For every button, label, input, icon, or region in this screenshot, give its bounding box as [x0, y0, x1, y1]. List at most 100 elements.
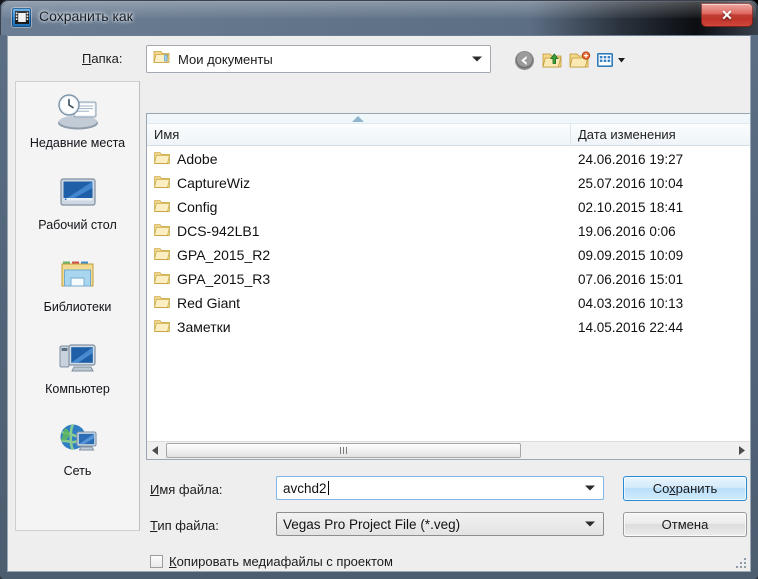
file-name-cell: Adobe — [147, 151, 571, 168]
folder-icon — [154, 271, 170, 288]
column-header-name[interactable]: Имя — [147, 124, 571, 145]
table-row[interactable]: Заметки 14.05.2016 22:44 — [147, 315, 750, 339]
sidebar-item-network[interactable]: Сеть — [16, 410, 139, 492]
folder-icon — [154, 295, 170, 312]
file-name-cell: CaptureWiz — [147, 175, 571, 192]
network-icon — [55, 418, 101, 462]
filename-accel: И — [150, 482, 160, 497]
scroll-left-button[interactable] — [147, 442, 164, 459]
filename-combobox[interactable]: avchd2 — [276, 476, 604, 500]
filetype-combobox[interactable]: Vegas Pro Project File (*.veg) — [276, 512, 604, 536]
save-button-label: Сохранить — [652, 481, 718, 496]
filename-label-rest: мя файла: — [159, 482, 223, 497]
places-bar: Недавние места Рабочий стол Библиотеки К… — [15, 81, 140, 531]
window-title: Сохранить как — [39, 8, 133, 24]
save-as-dialog-window: Сохранить как ✕ Папка: Мои документы Нед… — [0, 0, 758, 579]
horizontal-scrollbar[interactable] — [147, 441, 750, 459]
file-name-text: DCS-942LB1 — [177, 223, 260, 239]
folder-icon — [154, 223, 170, 240]
file-date-cell: 07.06.2016 15:01 — [578, 271, 684, 287]
close-icon: ✕ — [721, 7, 733, 23]
file-name-cell: Red Giant — [147, 295, 571, 312]
sort-indicator-bar — [147, 114, 750, 124]
chevron-down-icon[interactable] — [585, 521, 595, 527]
sidebar-item-label: Сеть — [63, 464, 92, 478]
file-name-text: Red Giant — [177, 295, 241, 311]
folder-icon — [154, 247, 170, 264]
table-row[interactable]: GPA_2015_R2 09.09.2015 10:09 — [147, 243, 750, 267]
table-row[interactable]: Adobe 24.06.2016 19:27 — [147, 147, 750, 171]
copy-media-checkbox-row[interactable]: Копировать медиафайлы с проектом — [150, 554, 393, 569]
table-row[interactable]: Config 02.10.2015 18:41 — [147, 195, 750, 219]
lookin-accel: П — [82, 51, 92, 66]
back-button[interactable] — [512, 48, 536, 72]
chevron-down-icon[interactable] — [585, 485, 595, 491]
table-row[interactable]: GPA_2015_R3 07.06.2016 15:01 — [147, 267, 750, 291]
close-button[interactable]: ✕ — [701, 3, 753, 27]
new-folder-button[interactable] — [568, 48, 592, 72]
folder-icon — [154, 319, 170, 336]
up-folder-button[interactable] — [540, 48, 564, 72]
file-date-cell: 19.06.2016 0:06 — [578, 223, 676, 239]
sidebar-item-label: Библиотеки — [43, 300, 112, 314]
film-strip-icon — [12, 8, 31, 27]
lookin-label: Папка: — [82, 51, 122, 66]
lookin-label-rest: апка: — [91, 51, 123, 66]
cancel-button[interactable]: Отмена — [623, 512, 747, 537]
copy-media-label-rest: опировать медиафайлы с проектом — [176, 554, 393, 569]
sidebar-item-label: Недавние места — [29, 136, 126, 150]
filename-label: Имя файла: — [150, 482, 223, 497]
folder-icon — [154, 151, 170, 168]
scrollbar-track[interactable] — [164, 442, 733, 459]
lookin-current-folder: Мои документы — [178, 51, 273, 67]
cancel-button-label: Отмена — [661, 517, 709, 532]
scroll-right-button[interactable] — [733, 442, 750, 459]
lookin-combobox[interactable]: Мои документы — [146, 45, 491, 73]
file-name-text: CaptureWiz — [177, 175, 251, 191]
scrollbar-thumb[interactable] — [166, 443, 521, 458]
sidebar-item-recent-places[interactable]: Недавние места — [16, 82, 139, 164]
filetype-label: Тип файла: — [150, 518, 219, 533]
views-button[interactable] — [595, 48, 629, 72]
sidebar-item-label: Рабочий стол — [38, 218, 117, 232]
filetype-value: Vegas Pro Project File (*.veg) — [283, 516, 461, 532]
libraries-icon — [55, 254, 101, 298]
copy-media-checkbox[interactable] — [150, 555, 163, 568]
table-row[interactable]: Red Giant 04.03.2016 10:13 — [147, 291, 750, 315]
file-date-cell: 09.09.2015 10:09 — [578, 247, 684, 263]
filename-input[interactable]: avchd2 — [277, 481, 327, 496]
file-date-cell: 02.10.2015 18:41 — [578, 199, 684, 215]
sidebar-item-computer[interactable]: Компьютер — [16, 328, 139, 410]
table-row[interactable]: DCS-942LB1 19.06.2016 0:06 — [147, 219, 750, 243]
file-name-text: GPA_2015_R3 — [177, 271, 271, 287]
chevron-down-icon — [472, 56, 482, 62]
file-date-cell: 04.03.2016 10:13 — [578, 295, 684, 311]
filetype-label-rest: ип файла: — [157, 518, 219, 533]
copy-media-accel: К — [169, 554, 177, 569]
resize-grip[interactable] — [733, 555, 746, 568]
file-date-cell: 24.06.2016 19:27 — [578, 151, 684, 167]
file-list-rows: Adobe 24.06.2016 19:27 CaptureWiz 25.07.20… — [147, 147, 750, 440]
computer-icon — [55, 336, 101, 380]
save-button[interactable]: Сохранить — [623, 476, 747, 501]
column-header-date[interactable]: Дата изменения — [571, 124, 750, 145]
file-list-header: Имя Дата изменения — [147, 124, 750, 146]
text-cursor — [327, 481, 329, 495]
sidebar-item-label: Компьютер — [45, 382, 110, 396]
scrollbar-grip-icon — [340, 447, 347, 454]
sidebar-item-libraries[interactable]: Библиотеки — [16, 246, 139, 328]
sidebar-item-desktop[interactable]: Рабочий стол — [16, 164, 139, 246]
table-row[interactable]: CaptureWiz 25.07.2016 10:04 — [147, 171, 750, 195]
file-date-cell: 14.05.2016 22:44 — [578, 319, 684, 335]
file-name-cell: Заметки — [147, 319, 571, 336]
recent-places-icon — [55, 90, 101, 134]
desktop-icon — [55, 172, 101, 216]
file-date-cell: 25.07.2016 10:04 — [578, 175, 684, 191]
folder-icon — [154, 175, 170, 192]
file-name-cell: DCS-942LB1 — [147, 223, 571, 240]
copy-media-label: Копировать медиафайлы с проектом — [169, 554, 393, 569]
title-bar[interactable]: Сохранить как ✕ — [0, 0, 758, 35]
file-name-text: Config — [177, 199, 218, 215]
file-name-cell: GPA_2015_R3 — [147, 271, 571, 288]
folder-icon — [154, 199, 170, 216]
